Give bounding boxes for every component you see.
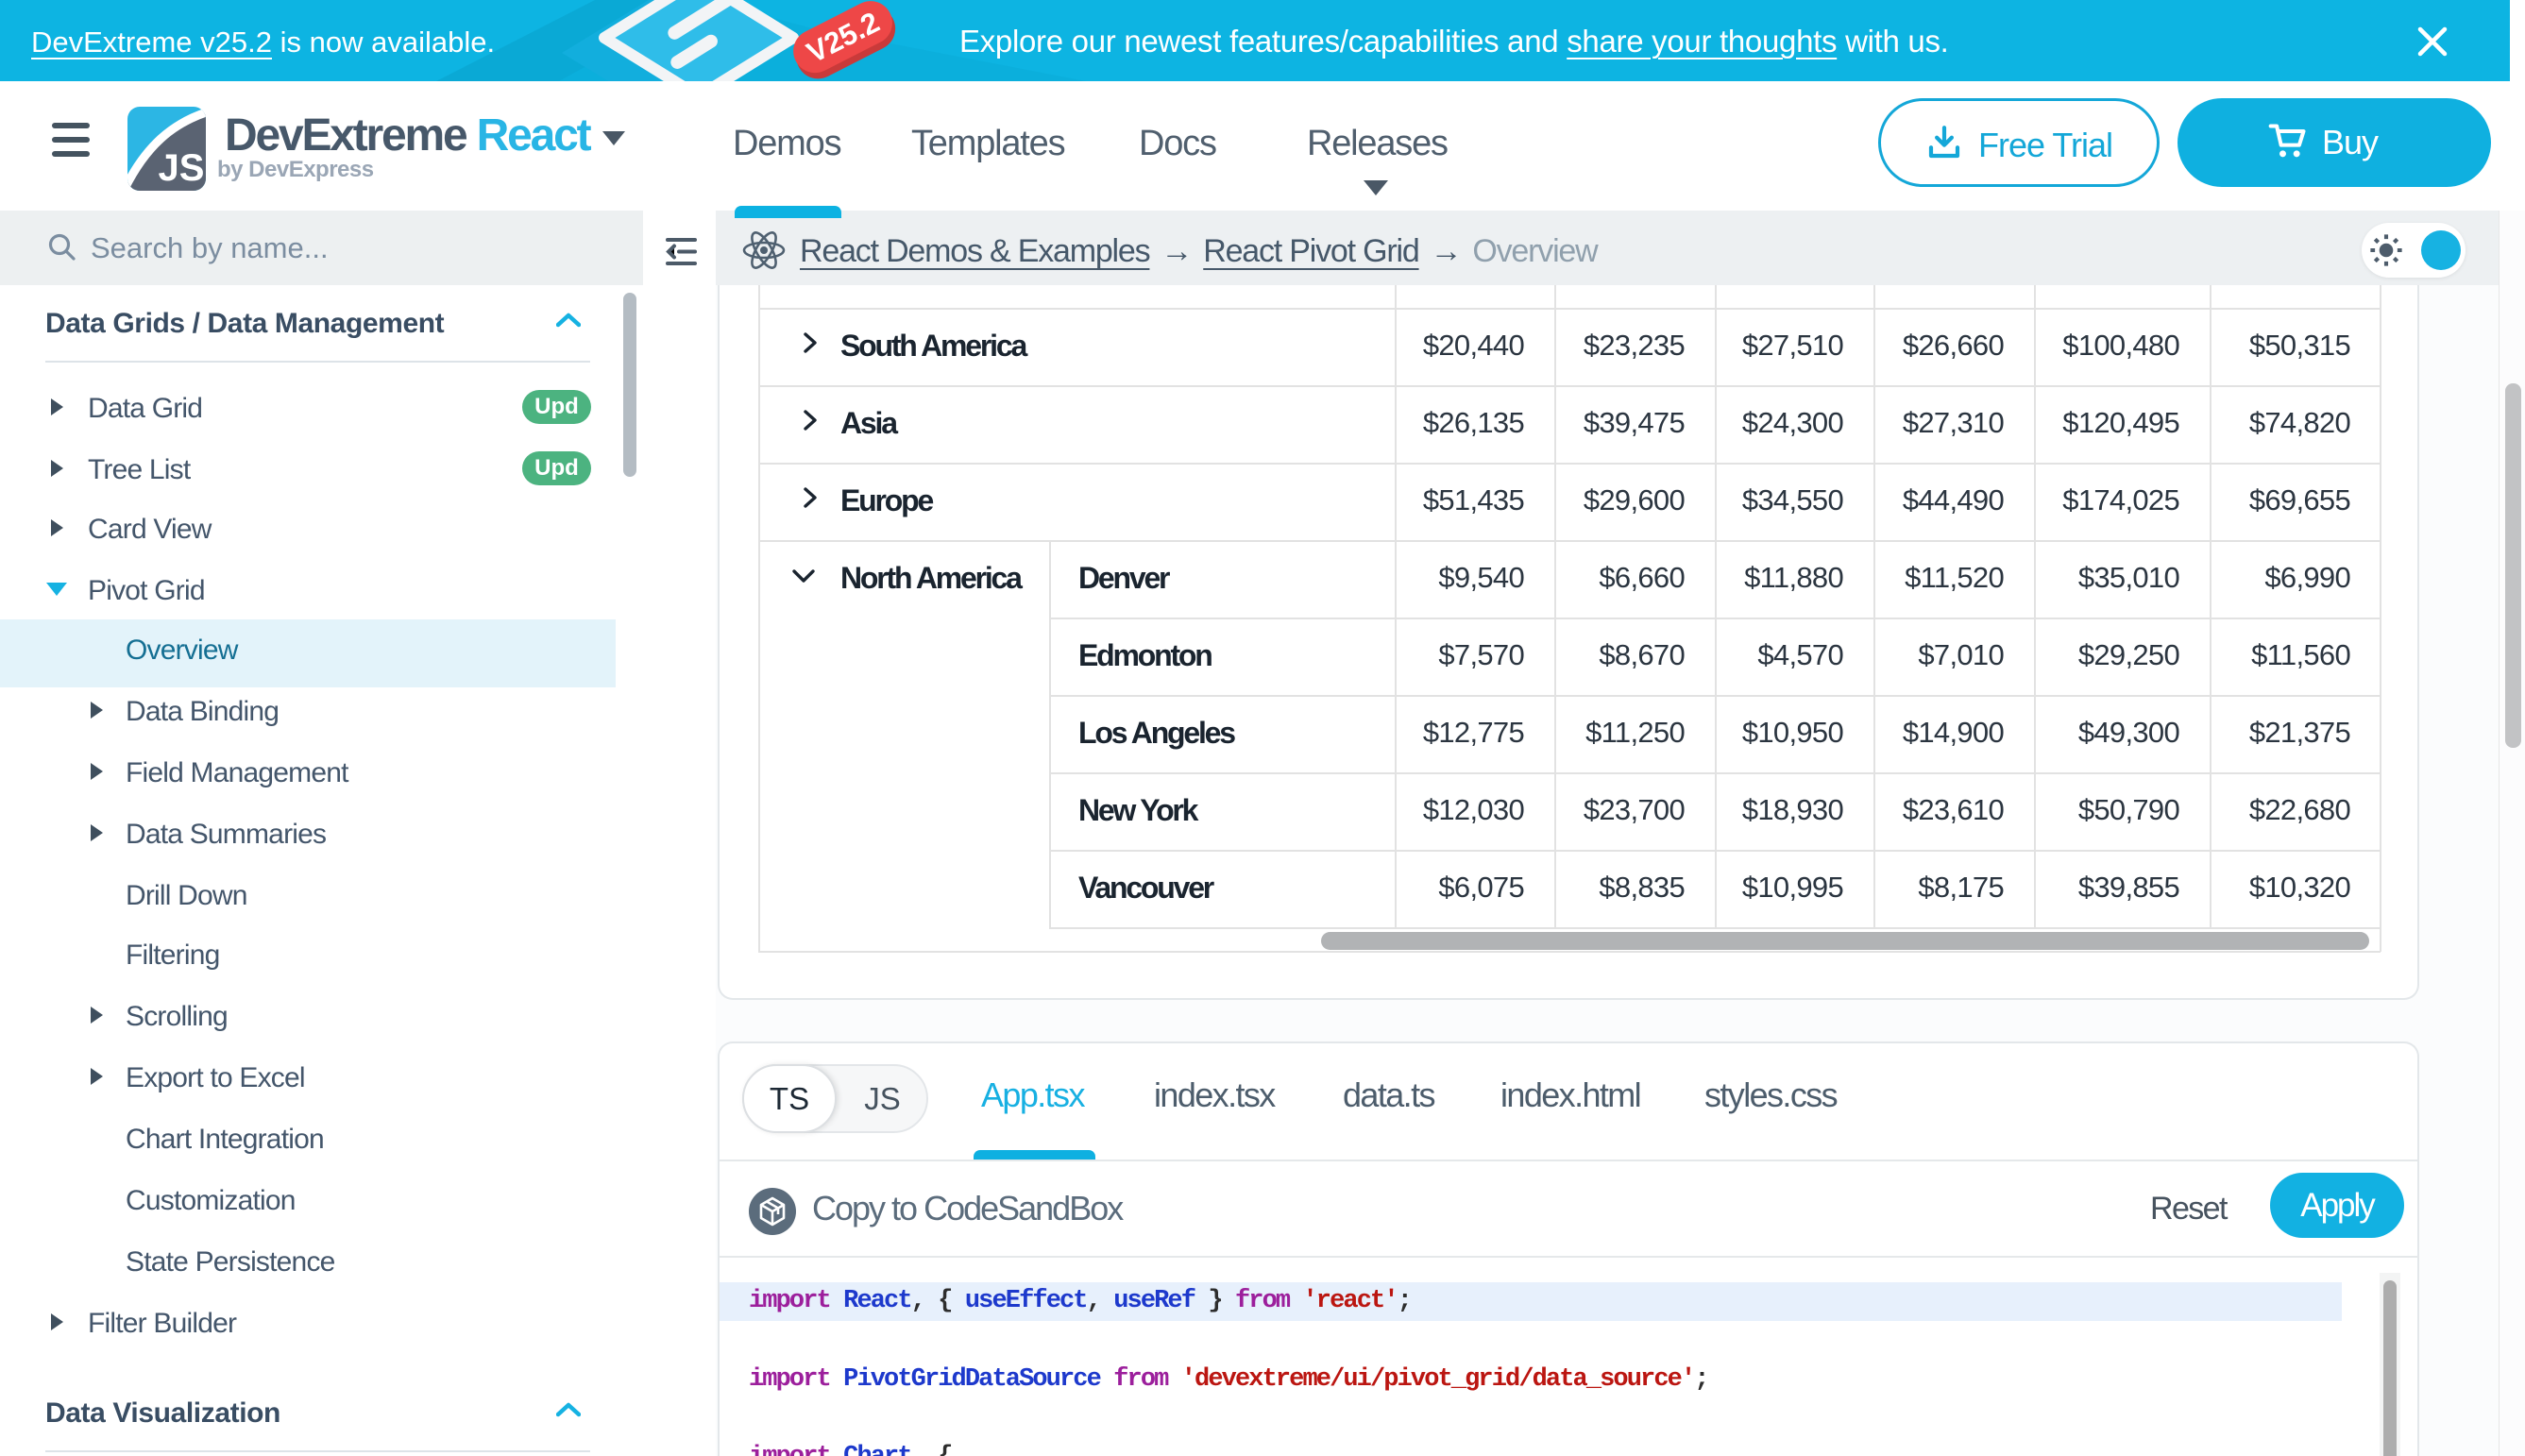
svg-text:JS: JS [159,147,205,189]
